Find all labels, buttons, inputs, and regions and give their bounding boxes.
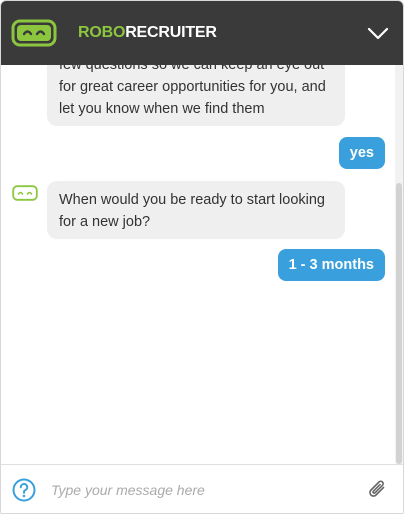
brand-robo: ROBO	[78, 24, 126, 41]
question-circle-icon[interactable]	[12, 478, 36, 502]
message-scrollbar[interactable]	[395, 65, 403, 464]
message-input[interactable]	[51, 479, 351, 501]
bot-message: few questions so we can keep an eye out …	[47, 65, 345, 126]
bot-message: When would you be ready to start looking…	[47, 181, 345, 239]
brand-recruiter: RECRUITER	[125, 24, 217, 41]
robot-face-icon	[11, 19, 57, 47]
chat-widget: ROBORECRUITER few questions so we can ke…	[0, 0, 404, 514]
bot-avatar-icon	[12, 185, 38, 201]
message-list: few questions so we can keep an eye out …	[1, 65, 395, 464]
brand-logo-text: ROBORECRUITER	[78, 23, 217, 43]
user-message: 1 - 3 months	[277, 249, 385, 281]
message-composer	[1, 464, 403, 513]
scrollbar-thumb[interactable]	[396, 183, 402, 464]
user-message: yes	[338, 137, 385, 169]
paperclip-icon[interactable]	[367, 478, 389, 502]
chat-header: ROBORECRUITER	[1, 1, 403, 65]
chevron-down-icon[interactable]	[367, 23, 389, 43]
